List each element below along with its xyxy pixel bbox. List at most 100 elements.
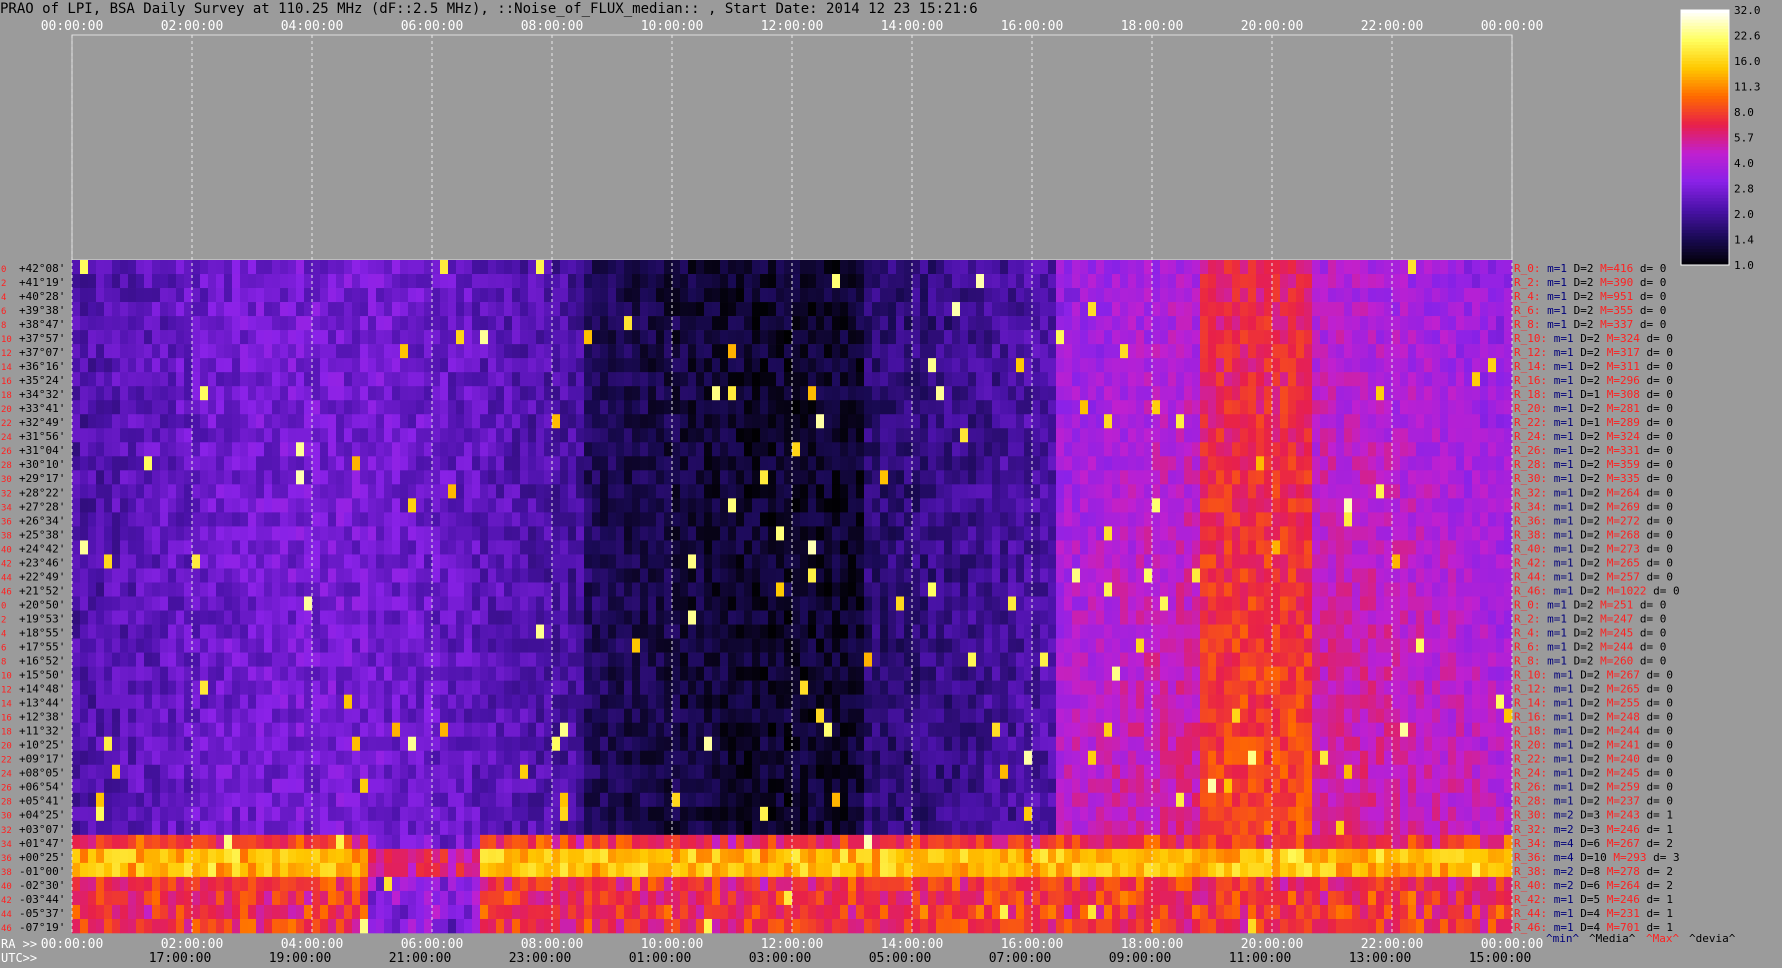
heatmap-cell — [144, 414, 153, 429]
heatmap-cell — [1456, 386, 1465, 401]
heatmap-cell — [1304, 610, 1313, 625]
heatmap-cell — [72, 554, 81, 569]
heatmap-cell — [1064, 372, 1073, 387]
heatmap-cell — [576, 274, 585, 289]
heatmap-cell — [848, 484, 857, 499]
heatmap-cell — [1112, 512, 1121, 527]
heatmap-cell — [592, 526, 601, 541]
heatmap-cell — [1272, 428, 1281, 443]
heatmap-cell — [1312, 540, 1321, 555]
heatmap-cell — [192, 568, 201, 583]
heatmap-cell — [152, 260, 161, 275]
heatmap-cell — [1088, 498, 1097, 513]
heatmap-cell — [1088, 316, 1097, 331]
heatmap-cell — [376, 624, 385, 639]
heatmap-cell — [1248, 344, 1257, 359]
heatmap-cell — [1424, 316, 1433, 331]
heatmap-cell — [104, 470, 113, 485]
heatmap-cell — [184, 386, 193, 401]
heatmap-cell — [1096, 610, 1105, 625]
heatmap-cell — [168, 260, 177, 275]
heatmap-cell — [856, 302, 865, 317]
heatmap-cell — [912, 414, 921, 429]
heatmap-cell — [1472, 274, 1481, 289]
heatmap-cell — [112, 414, 121, 429]
heatmap-cell — [824, 428, 833, 443]
heatmap-cell — [1176, 540, 1185, 555]
heatmap-cell — [152, 498, 161, 513]
heatmap-cell — [1024, 316, 1033, 331]
heatmap-cell — [760, 316, 769, 331]
heatmap-cell — [952, 358, 961, 373]
heatmap-cell — [840, 498, 849, 513]
top-tick-label: 02:00:00 — [161, 19, 224, 34]
heatmap-cell — [392, 498, 401, 513]
heatmap-cell — [1344, 428, 1353, 443]
heatmap-cell — [192, 456, 201, 471]
heatmap-cell — [456, 372, 465, 387]
heatmap-cell — [1424, 470, 1433, 485]
heatmap-cell — [1056, 484, 1065, 499]
heatmap-cell — [736, 526, 745, 541]
heatmap-cell — [240, 330, 249, 345]
heatmap-cell — [280, 400, 289, 415]
heatmap-cell — [936, 386, 945, 401]
heatmap-cell — [96, 484, 105, 499]
heatmap-cell — [784, 414, 793, 429]
heatmap-cell — [880, 386, 889, 401]
heatmap-cell — [1056, 302, 1065, 317]
heatmap-cell — [1416, 386, 1425, 401]
heatmap-cell — [1072, 288, 1081, 303]
heatmap-cell — [1248, 428, 1257, 443]
heatmap-cell — [856, 638, 865, 653]
heatmap-cell — [1312, 302, 1321, 317]
heatmap-cell — [536, 526, 545, 541]
heatmap-cell — [312, 484, 321, 499]
heatmap-cell — [304, 582, 313, 597]
heatmap-cell — [1136, 512, 1145, 527]
heatmap-cell — [1272, 554, 1281, 569]
heatmap-cell — [1400, 526, 1409, 541]
heatmap-cell — [136, 302, 145, 317]
heatmap-cell — [1144, 274, 1153, 289]
heatmap-cell — [1056, 624, 1065, 639]
heatmap-cell — [704, 288, 713, 303]
heatmap-cell — [488, 302, 497, 317]
heatmap-cell — [1168, 582, 1177, 597]
heatmap-cell — [576, 372, 585, 387]
heatmap-cell — [392, 414, 401, 429]
heatmap-cell — [632, 582, 641, 597]
heatmap-cell — [520, 442, 529, 457]
heatmap-cell — [480, 428, 489, 443]
heatmap-cell — [776, 428, 785, 443]
heatmap-cell — [1448, 596, 1457, 611]
heatmap-cell — [1000, 386, 1009, 401]
heatmap-cell — [952, 596, 961, 611]
heatmap-cell — [744, 274, 753, 289]
heatmap-cell — [424, 470, 433, 485]
heatmap-cell — [376, 484, 385, 499]
heatmap-cell — [384, 610, 393, 625]
heatmap-cell — [688, 358, 697, 373]
heatmap-cell — [656, 302, 665, 317]
heatmap-cell — [616, 442, 625, 457]
heatmap-cell — [1344, 386, 1353, 401]
heatmap-cell — [320, 274, 329, 289]
heatmap-cell — [800, 526, 809, 541]
heatmap-cell — [776, 372, 785, 387]
heatmap-cell — [392, 540, 401, 555]
heatmap-cell — [752, 274, 761, 289]
heatmap-cell — [840, 414, 849, 429]
heatmap-cell — [856, 386, 865, 401]
heatmap-cell — [288, 274, 297, 289]
heatmap-cell — [1224, 372, 1233, 387]
heatmap-cell — [472, 400, 481, 415]
heatmap-cell — [216, 470, 225, 485]
heatmap-cell — [208, 456, 217, 471]
heatmap-cell — [776, 386, 785, 401]
heatmap-cell — [552, 582, 561, 597]
heatmap-cell — [160, 512, 169, 527]
heatmap-cell — [224, 302, 233, 317]
heatmap-cell — [1320, 512, 1329, 527]
heatmap-cell — [784, 302, 793, 317]
